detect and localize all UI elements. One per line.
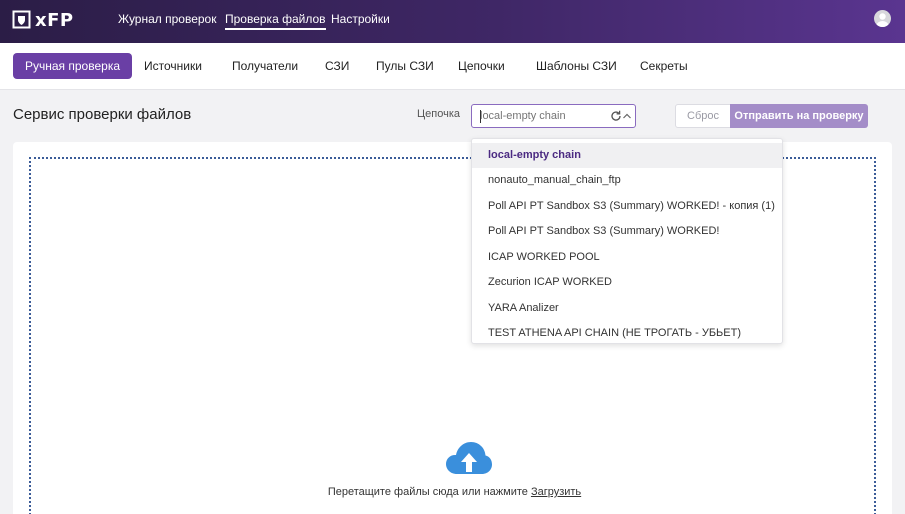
shield-logo-icon	[12, 10, 31, 29]
logo-text: xFP	[35, 9, 74, 31]
dropzone-text: Перетащите файлы сюда или нажмите Загруз…	[31, 486, 878, 498]
nav-settings[interactable]: Настройки	[331, 0, 390, 43]
page-title: Сервис проверки файлов	[13, 106, 192, 123]
chain-option[interactable]: nonauto_manual_chain_ftp	[472, 168, 782, 193]
chain-option[interactable]: ICAP WORKED POOL	[472, 245, 782, 270]
chain-option[interactable]: Zecurion ICAP WORKED	[472, 270, 782, 295]
tab-secrets[interactable]: Секреты	[640, 53, 688, 79]
tab-recipients[interactable]: Получатели	[232, 53, 298, 79]
text-caret	[480, 110, 481, 123]
chain-option[interactable]: YARA Analizer	[472, 296, 782, 321]
refresh-icon[interactable]	[610, 110, 622, 122]
app-logo[interactable]: xFP	[12, 9, 74, 31]
user-avatar-icon[interactable]	[874, 10, 891, 27]
chain-dropdown-list: local-empty chain nonauto_manual_chain_f…	[471, 138, 783, 344]
tab-sources[interactable]: Источники	[144, 53, 202, 79]
chain-search-input[interactable]	[480, 108, 600, 124]
tab-szi-pools[interactable]: Пулы СЗИ	[376, 53, 434, 79]
chain-label: Цепочка	[417, 108, 460, 120]
sub-nav: Ручная проверка Источники Получатели СЗИ…	[0, 43, 905, 90]
reset-button[interactable]: Сброс	[675, 104, 731, 128]
tab-manual-check[interactable]: Ручная проверка	[13, 53, 133, 79]
dropzone-hint: Перетащите файлы сюда или нажмите	[327, 486, 528, 498]
nav-file-check[interactable]: Проверка файлов	[225, 0, 326, 43]
chain-option[interactable]: TEST ATHENA API CHAIN (НЕ ТРОГАТЬ - УБЬЕ…	[472, 321, 782, 343]
chain-option[interactable]: Poll API PT Sandbox S3 (Summary) WORKED!	[472, 219, 782, 244]
top-bar: xFP Журнал проверок Проверка файлов Наст…	[0, 0, 905, 43]
upload-link[interactable]: Загрузить	[531, 486, 581, 498]
nav-journal[interactable]: Журнал проверок	[118, 0, 216, 43]
chain-select[interactable]	[471, 104, 636, 128]
cloud-upload-icon	[446, 442, 492, 474]
tab-chains[interactable]: Цепочки	[458, 53, 505, 79]
submit-button[interactable]: Отправить на проверку	[730, 104, 868, 128]
chain-option[interactable]: local-empty chain	[472, 143, 782, 168]
chain-option[interactable]: Poll API PT Sandbox S3 (Summary) WORKED!…	[472, 194, 782, 219]
chevron-up-icon[interactable]	[622, 110, 632, 122]
tab-szi-templates[interactable]: Шаблоны СЗИ	[536, 53, 617, 79]
tab-szi[interactable]: СЗИ	[325, 53, 349, 79]
